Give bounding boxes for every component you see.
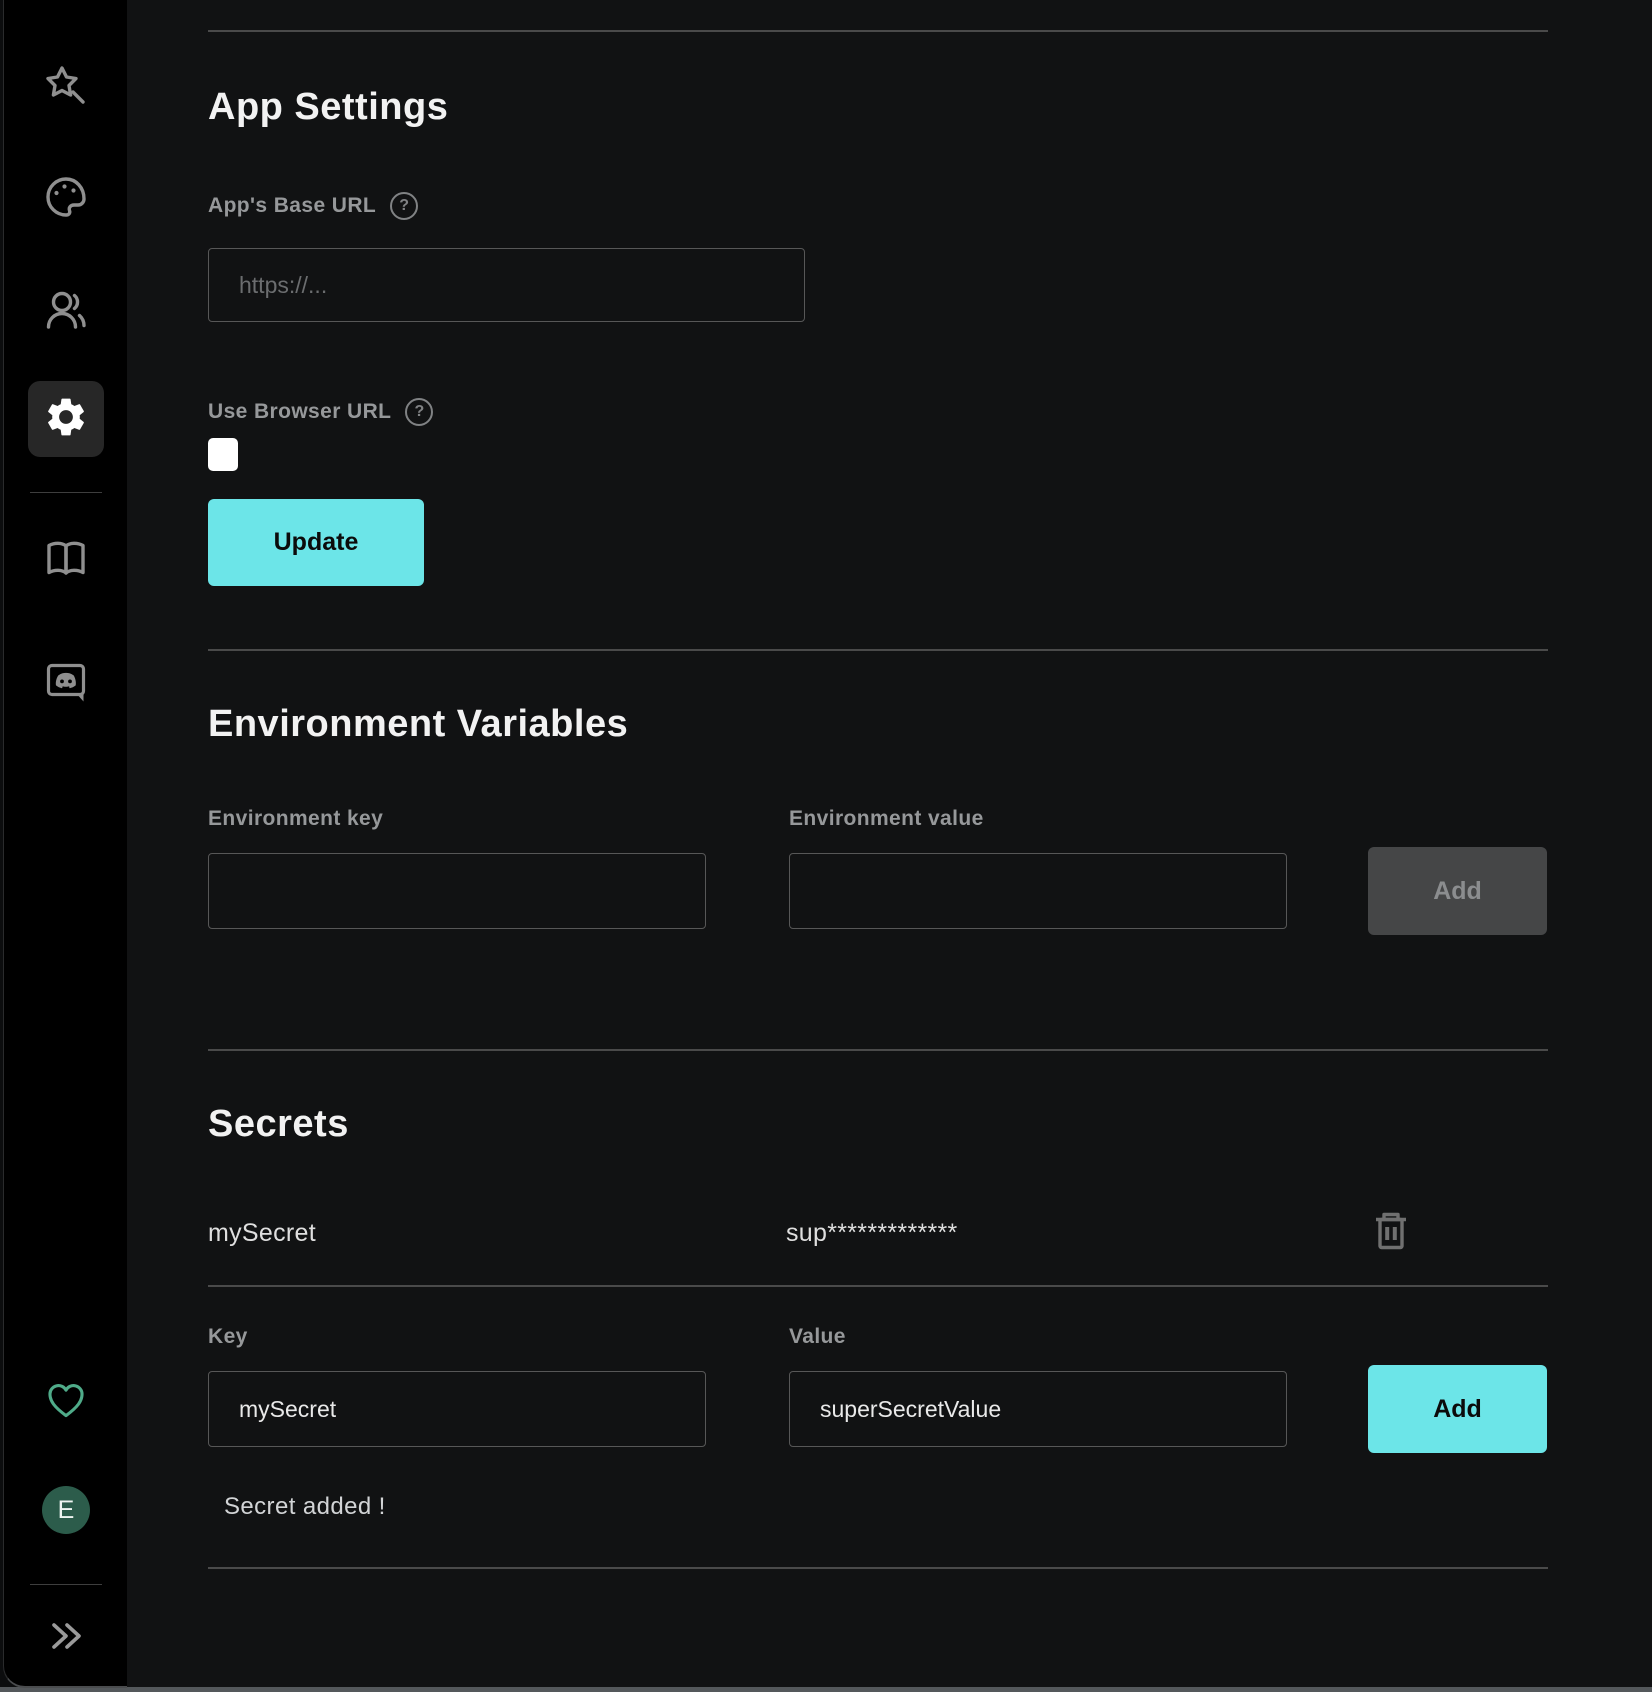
update-button[interactable]: Update — [208, 499, 424, 586]
gear-icon — [43, 394, 89, 445]
double-chevron-right-icon — [44, 1614, 88, 1658]
base-url-input[interactable] — [208, 248, 805, 322]
heart-icon — [44, 1378, 88, 1422]
secret-masked-value: sup************* — [786, 1219, 958, 1248]
avatar[interactable]: E — [42, 1486, 90, 1534]
environment-key-input[interactable] — [208, 853, 706, 929]
sidebar-item-theme[interactable] — [4, 173, 128, 221]
use-browser-url-label: Use Browser URL — [208, 400, 391, 424]
secret-value-label: Value — [789, 1325, 846, 1349]
use-browser-url-checkbox[interactable] — [208, 438, 238, 471]
section-divider — [208, 1049, 1548, 1051]
sidebar-item-users[interactable] — [4, 286, 128, 334]
avatar-initial: E — [58, 1496, 75, 1525]
sidebar-item-magic[interactable] — [4, 62, 128, 110]
section-divider — [208, 30, 1548, 32]
window-bottom-edge — [0, 1687, 1652, 1692]
environment-value-input[interactable] — [789, 853, 1287, 929]
sidebar-collapse-button[interactable] — [4, 1614, 128, 1658]
sidebar-item-docs[interactable] — [4, 535, 128, 583]
sidebar: E — [3, 0, 127, 1688]
discord-icon — [42, 656, 90, 704]
secret-name: mySecret — [208, 1219, 786, 1248]
sidebar-divider — [30, 492, 102, 493]
section-divider — [208, 1567, 1548, 1569]
help-circle-icon[interactable]: ? — [390, 192, 418, 220]
secret-row: mySecret sup************* — [208, 1208, 1548, 1258]
settings-page: App Settings App's Base URL ? Use Browse… — [127, 0, 1652, 1687]
sidebar-item-favorite[interactable] — [4, 1378, 128, 1422]
base-url-label: App's Base URL — [208, 194, 376, 218]
secret-status-message: Secret added ! — [208, 1493, 1548, 1521]
environment-add-button[interactable]: Add — [1368, 847, 1547, 935]
secret-key-input[interactable] — [208, 1371, 706, 1447]
delete-secret-button[interactable] — [1370, 1209, 1412, 1257]
secret-add-button[interactable]: Add — [1368, 1365, 1547, 1453]
app-window: { "colors": { "accent_cyan": "#6ce5e8", … — [0, 0, 1652, 1692]
sidebar-divider — [30, 1584, 102, 1585]
environment-value-label: Environment value — [789, 807, 984, 831]
secrets-title: Secrets — [208, 1101, 1548, 1147]
sidebar-item-settings-active[interactable] — [28, 381, 104, 457]
secret-key-label: Key — [208, 1325, 248, 1349]
sidebar-item-discord[interactable] — [4, 656, 128, 704]
secret-value-input[interactable] — [789, 1371, 1287, 1447]
book-icon — [42, 535, 90, 583]
environment-variables-title: Environment Variables — [208, 701, 1548, 747]
environment-key-label: Environment key — [208, 807, 383, 831]
help-circle-icon[interactable]: ? — [405, 398, 433, 426]
palette-icon — [42, 173, 90, 221]
row-divider — [208, 1285, 1548, 1287]
app-settings-title: App Settings — [208, 84, 1548, 130]
magic-wand-icon — [42, 62, 90, 110]
section-divider — [208, 649, 1548, 651]
users-icon — [42, 286, 90, 334]
